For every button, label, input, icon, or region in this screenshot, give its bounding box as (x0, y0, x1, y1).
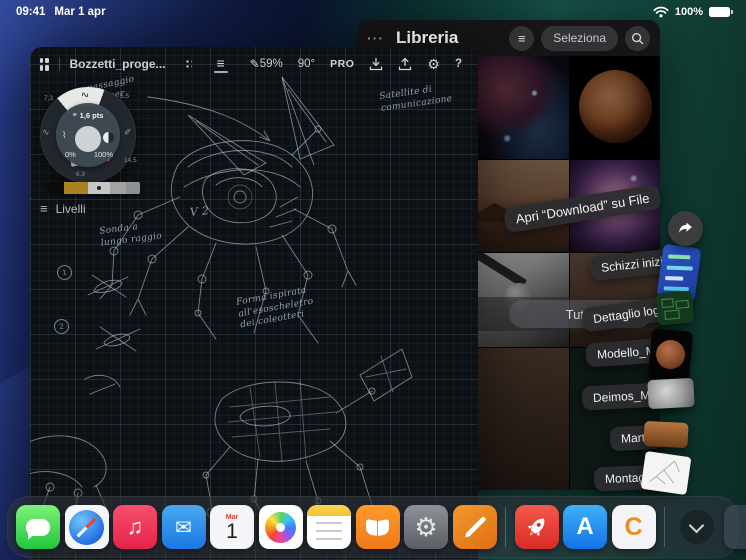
layers-tool-icon[interactable]: ≡ (214, 56, 228, 73)
annotation-version: V 2 (189, 204, 210, 220)
wifi-icon (653, 6, 669, 18)
drag-thumb-modello[interactable] (648, 328, 693, 381)
tool-value: 7,3 (44, 95, 53, 102)
pen-tool-icon[interactable]: ✎ (250, 57, 260, 71)
share-arrow-icon (676, 219, 695, 238)
status-bar: 09:41 Mar 1 apr 100% (0, 0, 746, 24)
settings-gear-icon[interactable]: ⚙ (427, 56, 440, 73)
layers-label: Livelli (56, 202, 86, 216)
document-title[interactable]: Bozzetti_proge... (69, 57, 165, 71)
app-music[interactable]: ♫ (113, 505, 157, 549)
gallery-grid-icon[interactable] (40, 58, 49, 71)
brush-preview-circle[interactable] (75, 126, 101, 152)
date: Mar 1 apr (54, 6, 105, 18)
size-lines-icon: ≡ (73, 112, 77, 119)
message-bubble-icon (26, 519, 50, 536)
search-icon (631, 32, 644, 45)
app-safari[interactable] (65, 505, 109, 549)
zoom-level[interactable]: 59% (260, 58, 283, 70)
photos-flower-icon (265, 512, 296, 543)
app-calendar[interactable]: Mar 1 (210, 505, 254, 549)
layers-icon: ≡ (40, 201, 48, 216)
app-notes[interactable] (307, 505, 351, 549)
drawing-app-window: passaggio al laser Satellite di comunica… (30, 47, 478, 560)
c-app-icon: C (624, 513, 642, 542)
drag-thumb-dettaglio[interactable] (656, 290, 695, 325)
battery-percent: 100% (675, 6, 703, 18)
multitasking-dots[interactable]: ··· (367, 30, 384, 46)
app-books[interactable] (356, 505, 400, 549)
app-settings[interactable]: ⚙ (404, 505, 448, 549)
opacity-icon (103, 132, 114, 143)
import-icon[interactable] (369, 57, 383, 71)
app-appstore[interactable]: A (563, 505, 607, 549)
color-strip[interactable] (48, 182, 140, 194)
notes-icon (307, 505, 351, 516)
gear-icon: ⚙ (414, 512, 437, 543)
divider (59, 57, 60, 71)
ipad-screen: 09:41 Mar 1 apr 100% (0, 0, 746, 560)
tool-value: 14,5 (124, 157, 137, 164)
filter-icon: ≡ (518, 31, 526, 46)
search-button[interactable] (625, 26, 650, 51)
compass-icon (69, 510, 104, 545)
calendar-day: 1 (226, 521, 238, 543)
drag-thumb-marte[interactable] (643, 421, 688, 448)
app-c[interactable]: C (612, 505, 656, 549)
pro-badge[interactable]: PRO (330, 58, 354, 70)
export-icon[interactable] (398, 57, 412, 71)
brush-size-value: 1,6 pts (80, 111, 104, 120)
pen-tool-glyph[interactable]: ∿ (42, 127, 50, 138)
rotation-angle[interactable]: 90° (298, 58, 315, 70)
pressure-icon: ⌇ (62, 130, 66, 141)
music-note-icon: ♫ (127, 514, 144, 540)
tool-value: 5,5 (120, 93, 129, 100)
drag-thumb-deimos[interactable] (647, 378, 694, 409)
pen-icon (463, 515, 486, 538)
tool-wheel[interactable]: ∿ 7,3 5,5 14,5 6,9 ∿ ✐ ≡1,6 pts ⌇ 0% 100… (40, 87, 136, 183)
app-mail[interactable]: ✉ (162, 505, 206, 549)
opacity-max: 100% (94, 150, 113, 159)
appstore-a-icon: A (576, 513, 593, 541)
tool-value: 6,9 (76, 171, 85, 178)
chevron-down-button[interactable] (680, 510, 714, 544)
app-rocket[interactable] (515, 505, 559, 549)
dock-divider (505, 507, 506, 547)
drag-thumb-montaggio[interactable] (641, 451, 692, 495)
editor-toolbar: Bozzetti_proge... ≡ ✎ 59% 90° PRO ⚙ (30, 47, 478, 81)
tool-wheel-center[interactable]: ≡1,6 pts ⌇ 0% 100% (56, 103, 120, 167)
app-library[interactable] (724, 505, 746, 549)
filter-button[interactable]: ≡ (509, 26, 534, 51)
rocket-icon (518, 509, 555, 546)
opacity-min: 0% (65, 150, 76, 159)
share-button[interactable] (668, 211, 703, 246)
marker-tool-glyph[interactable]: ✐ (124, 127, 132, 138)
app-photos[interactable] (259, 505, 303, 549)
layers-panel-toggle[interactable]: ≡ Livelli (40, 201, 86, 216)
select-button[interactable]: Seleziona (541, 26, 618, 51)
app-concepts[interactable] (453, 505, 497, 549)
envelope-icon: ✉ (175, 515, 192, 540)
clock: 09:41 (16, 6, 45, 18)
dot-grid-icon[interactable] (184, 58, 192, 70)
help-button[interactable]: ? (455, 58, 462, 70)
book-icon (366, 519, 377, 536)
app-messages[interactable] (16, 505, 60, 549)
dock: ♫ ✉ Mar 1 ⚙ A C (7, 496, 739, 558)
battery-icon (709, 7, 730, 17)
chevron-down-icon (689, 517, 705, 533)
dock-divider (664, 507, 665, 547)
library-title: Libreria (396, 28, 458, 48)
